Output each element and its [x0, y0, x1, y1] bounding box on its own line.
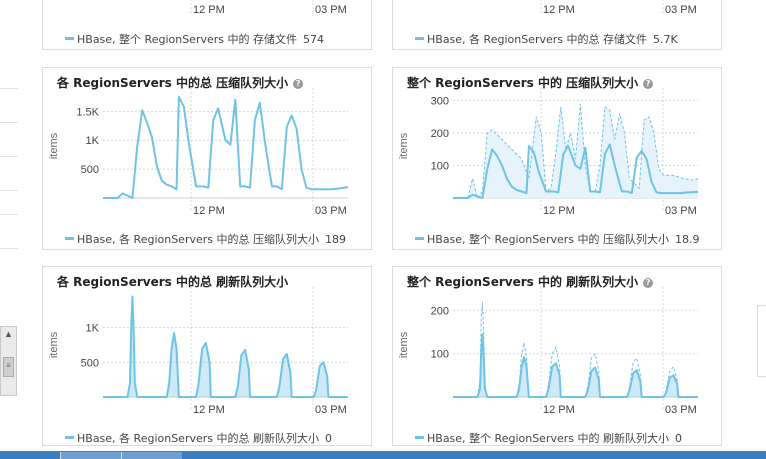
- series-line: [103, 95, 349, 199]
- x-tick-label: 03 PM: [665, 205, 697, 217]
- legend-value: 18.9: [675, 233, 700, 246]
- x-tick-label: 12 PM: [193, 205, 225, 217]
- legend-swatch: [415, 37, 424, 40]
- left-panel-edge: [0, 190, 18, 191]
- chart-panel-flush-total: 各 RegionServers 中的总 刷新队列大小 12 PM 03 PM 500…: [42, 266, 372, 446]
- chart-legend: HBase, 各 RegionServers 中的总 刷新队列大小 0: [65, 430, 332, 446]
- flush-total-chart: 12 PM 03 PM 500 1K items: [48, 287, 348, 416]
- x-tick-label: 03 PM: [315, 404, 347, 416]
- y-axis-label: items: [48, 331, 60, 358]
- left-panel-edge: [0, 214, 18, 215]
- legend-value: 0: [325, 432, 332, 445]
- y-tick-label: 100: [431, 349, 449, 361]
- top-chart-panel-left: 12 PM 03 PM HBase, 整个 RegionServers 中的 存…: [42, 0, 372, 50]
- taskbar-item[interactable]: [60, 452, 121, 459]
- legend-swatch: [65, 237, 74, 240]
- y-tick-label: 1K: [86, 135, 100, 147]
- y-tick-label: 100: [431, 161, 449, 173]
- series-fill: [453, 334, 698, 397]
- flush-whole-chart: 12 PM 03 PM 100 200 items: [398, 287, 698, 416]
- chart-panel-flush-whole: 整个 RegionServers 中的 刷新队列大小? 12 PM 03 PM 10…: [392, 266, 722, 446]
- chart-legend: HBase, 整个 RegionServers 中的 存储文件 574: [65, 31, 324, 47]
- legend-label: HBase, 各 RegionServers 中的总 压缩队列大小: [77, 233, 319, 246]
- legend-value: 189: [325, 233, 346, 246]
- left-panel-edge: [0, 88, 18, 89]
- series-line: [453, 333, 698, 398]
- compaction-total-chart: 12 PM 03 PM 500 1K 1.5K items: [48, 88, 349, 217]
- legend-value: 5.7K: [653, 33, 678, 46]
- y-tick-label: 200: [431, 305, 449, 317]
- chart-legend: HBase, 整个 RegionServers 中的 刷新队列大小 0: [415, 430, 682, 446]
- series-max-line: [453, 301, 698, 398]
- y-tick-label: 1K: [86, 323, 100, 335]
- scroll-thumb[interactable]: ≡: [3, 357, 14, 377]
- x-tick: 03 PM: [315, 4, 347, 16]
- x-tick-label: 12 PM: [193, 404, 225, 416]
- compaction-whole-chart: 12 PM 03 PM 100 200 300 items: [398, 88, 699, 217]
- legend-swatch: [415, 237, 424, 240]
- legend-label: HBase, 各 RegionServers 中的总 存储文件: [427, 33, 647, 46]
- y-tick-label: 200: [431, 128, 449, 140]
- y-axis-label: items: [398, 331, 410, 358]
- legend-label: HBase, 整个 RegionServers 中的 存储文件: [77, 33, 297, 46]
- vertical-scrollbar[interactable]: ▲ ≡: [0, 326, 17, 396]
- x-tick-label: 03 PM: [665, 404, 697, 416]
- chart-panel-compaction-total: 各 RegionServers 中的总 压缩队列大小? 12 PM 03 PM 50…: [42, 67, 372, 250]
- series-fill: [103, 296, 348, 397]
- y-axis-label: items: [398, 132, 410, 159]
- left-panel-edge: [0, 156, 18, 157]
- chart-panel-compaction-whole: 整个 RegionServers 中的 压缩队列大小? 12 PM 03 PM 10…: [392, 67, 722, 250]
- chart-legend: HBase, 各 RegionServers 中的总 存储文件 5.7K: [415, 31, 678, 47]
- legend-value: 574: [303, 33, 324, 46]
- right-edge-panel: [757, 305, 766, 377]
- x-tick: 12 PM: [193, 4, 225, 16]
- top-chart-axis-left: 12 PM 03 PM: [190, 0, 347, 16]
- chart-legend: HBase, 各 RegionServers 中的总 压缩队列大小 189: [65, 231, 346, 247]
- left-panel-edge: [0, 122, 18, 123]
- y-tick-label: 500: [81, 164, 99, 176]
- taskbar-item[interactable]: [121, 452, 182, 459]
- legend-value: 0: [675, 432, 682, 445]
- series-line: [103, 295, 348, 398]
- x-tick-label: 12 PM: [543, 404, 575, 416]
- top-chart-axis-right: 12 PM 03 PM: [540, 0, 697, 16]
- legend-swatch: [65, 436, 74, 439]
- y-axis-label: items: [48, 132, 60, 159]
- y-tick-label: 500: [81, 357, 99, 369]
- max-band-area: [453, 103, 698, 198]
- top-chart-panel-right: 12 PM 03 PM HBase, 各 RegionServers 中的总 存…: [392, 0, 722, 50]
- legend-swatch: [415, 436, 424, 439]
- x-tick-label: 03 PM: [315, 205, 347, 217]
- legend-label: HBase, 各 RegionServers 中的总 刷新队列大小: [77, 432, 319, 445]
- x-tick: 03 PM: [665, 4, 697, 16]
- scroll-up-arrow-icon[interactable]: ▲: [1, 327, 16, 341]
- y-tick-label: 300: [431, 96, 449, 108]
- x-tick: 12 PM: [543, 4, 575, 16]
- chart-legend: HBase, 整个 RegionServers 中的 压缩队列大小 18.9: [415, 231, 700, 247]
- y-tick-label: 1.5K: [76, 106, 99, 118]
- left-panel-edge: [0, 248, 18, 249]
- legend-label: HBase, 整个 RegionServers 中的 刷新队列大小: [427, 432, 669, 445]
- x-tick-label: 12 PM: [543, 205, 575, 217]
- legend-swatch: [65, 37, 74, 40]
- legend-label: HBase, 整个 RegionServers 中的 压缩队列大小: [427, 233, 669, 246]
